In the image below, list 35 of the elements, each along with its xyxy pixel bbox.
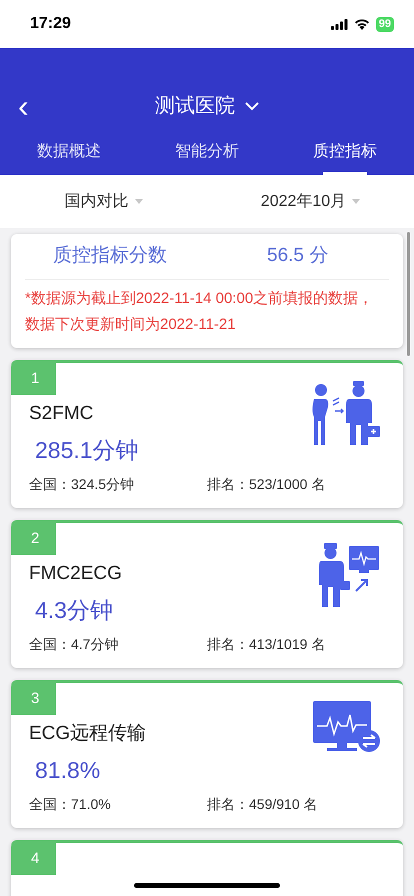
metric-name: FMC2ECG [29,562,122,586]
battery-level: 99 [376,16,394,32]
national-average: 全国：71.0% [29,795,112,814]
card-number: 1 [11,363,56,395]
filter-dropdown[interactable]: 2022年10月 [260,190,360,214]
doctor-monitor-icon [319,541,381,609]
tab[interactable]: 质控指标 [276,128,414,175]
score-label: 质控指标分数 [52,244,168,268]
metric-name: S2FMC [29,402,94,426]
national-average: 全国：4.7分钟 [29,635,120,654]
hospital-dropdown[interactable]: 测试医院 [155,86,259,126]
status-time: 17:29 [30,14,71,34]
monitor-transfer-icon [313,701,381,755]
ranking: 排名：459/910 名 [207,795,318,814]
score-value: 56.5 分 [267,244,328,268]
metric-name: ECG远程传输 [29,722,146,746]
ranking: 排名：413/1019 名 [207,635,326,654]
metric-value: 81.8% [34,756,100,785]
tab[interactable]: 数据概述 [0,128,138,175]
back-button[interactable]: ‹ [18,90,29,122]
tab[interactable]: 智能分析 [138,128,276,175]
filter-dropdown[interactable]: 国内对比 [64,190,142,214]
caret-down-icon [134,199,142,204]
ranking: 排名：523/1000 名 [207,475,326,494]
signal-icon [330,18,348,30]
wifi-icon [354,18,370,30]
metric-value: 285.1分钟 [34,436,139,465]
data-source-note: *数据源为截止到2022-11-14 00:00之前填报的数据，数据下次更新时间为2022-11-21 [25,289,374,335]
card-number: 2 [11,523,56,555]
card-number: 3 [11,683,56,715]
national-average: 全国：324.5分钟 [29,475,136,494]
chevron-down-icon [245,102,259,110]
metric-value: 4.3分钟 [34,596,113,625]
caret-down-icon [352,199,360,204]
card-number: 4 [11,843,56,875]
